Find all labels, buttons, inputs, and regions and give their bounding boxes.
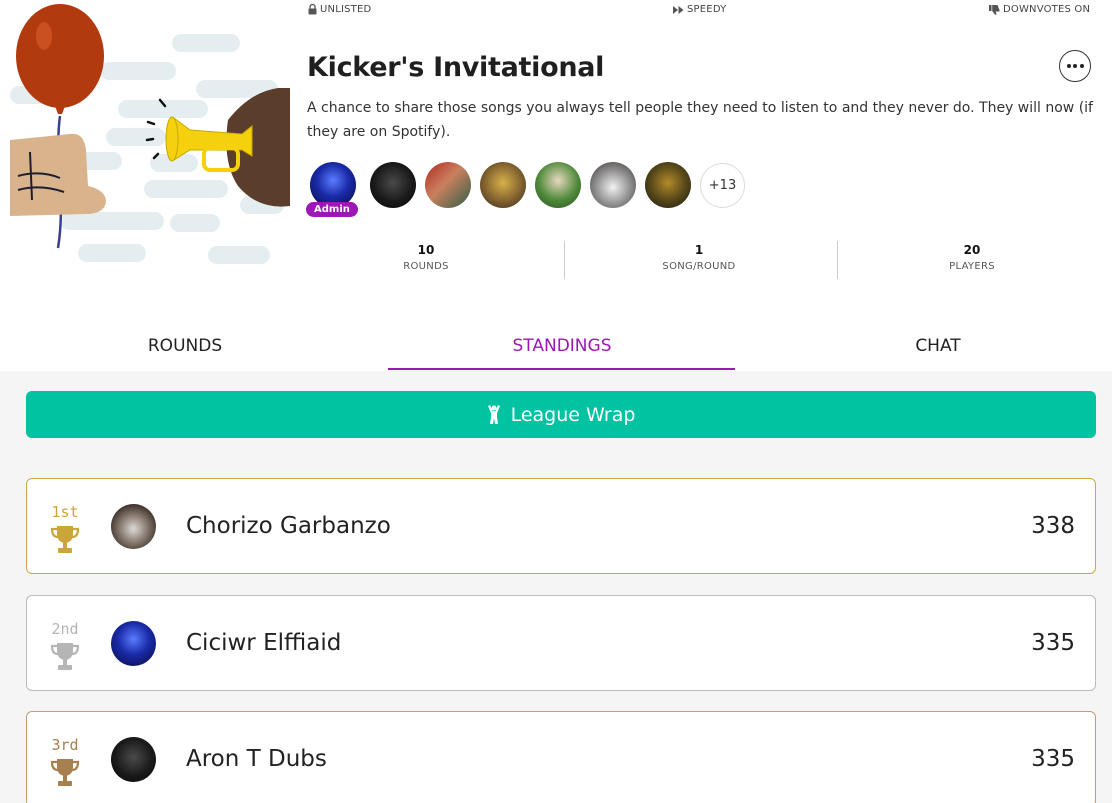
- league-header: UNLISTED SPEEDY DOWNVOTES ON Kicker's In…: [0, 0, 1112, 371]
- avatar[interactable]: [370, 162, 416, 208]
- downvotes-tag: DOWNVOTES ON: [989, 4, 1090, 15]
- player-avatar: [111, 504, 156, 549]
- rank-label: 1st: [51, 503, 79, 521]
- stat-value: 20: [963, 243, 981, 257]
- rank-label: 3rd: [51, 736, 79, 754]
- player-avatar: [111, 621, 156, 666]
- tab-chat[interactable]: CHAT: [768, 336, 1108, 356]
- player-score: 335: [1031, 746, 1075, 772]
- divider: [564, 241, 565, 279]
- gold-trophy-icon: [50, 526, 80, 553]
- speed-label: SPEEDY: [687, 4, 727, 15]
- league-description: A chance to share those songs you always…: [307, 100, 1093, 140]
- player-name: Ciciwr Elffiaid: [186, 630, 342, 656]
- divider: [837, 241, 838, 279]
- player-score: 335: [1031, 630, 1075, 656]
- league-illustration: [10, 4, 290, 264]
- thumbs-down-icon: [989, 4, 1000, 15]
- more-members-button[interactable]: +13: [700, 163, 745, 208]
- silver-trophy-icon: [50, 643, 80, 670]
- stat-label: ROUNDS: [403, 261, 449, 272]
- league-wrap-button[interactable]: League Wrap: [26, 391, 1096, 438]
- player-score: 338: [1031, 513, 1075, 539]
- league-wrap-label: League Wrap: [510, 403, 636, 426]
- stat-players: 20 PLAYERS: [842, 243, 1102, 272]
- ellipsis-icon: [1066, 64, 1071, 68]
- stat-label: PLAYERS: [949, 261, 995, 272]
- player-name: Chorizo Garbanzo: [186, 513, 391, 539]
- stat-label: SONG/ROUND: [662, 261, 736, 272]
- avatar[interactable]: [535, 162, 581, 208]
- avatar[interactable]: [590, 162, 636, 208]
- stat-songs-per-round: 1 SONG/ROUND: [569, 243, 829, 272]
- bronze-trophy-icon: [50, 759, 80, 786]
- stat-value: 1: [694, 243, 704, 257]
- downvotes-label: DOWNVOTES ON: [1003, 4, 1091, 15]
- avatar[interactable]: [425, 162, 471, 208]
- more-options-button[interactable]: [1059, 50, 1091, 82]
- active-tab-indicator: [388, 368, 735, 370]
- tab-standings[interactable]: STANDINGS: [392, 336, 732, 356]
- standings-row[interactable]: 1st Chorizo Garbanzo 338: [26, 478, 1096, 574]
- player-avatar: [111, 737, 156, 782]
- person-celebrate-icon: [487, 404, 500, 424]
- standings-row[interactable]: 3rd Aron T Dubs 335: [26, 711, 1096, 803]
- avatar[interactable]: [480, 162, 526, 208]
- player-name: Aron T Dubs: [186, 746, 327, 772]
- speed-tag: SPEEDY: [673, 4, 726, 15]
- visibility-label: UNLISTED: [320, 4, 372, 15]
- fast-forward-icon: [673, 5, 684, 14]
- admin-badge: Admin: [306, 202, 358, 217]
- avatar[interactable]: [645, 162, 691, 208]
- standings-row[interactable]: 2nd Ciciwr Elffiaid 335: [26, 595, 1096, 691]
- stat-rounds: 10 ROUNDS: [296, 243, 556, 272]
- league-title: Kicker's Invitational: [307, 52, 605, 83]
- rank-label: 2nd: [51, 620, 79, 638]
- stat-value: 10: [417, 243, 435, 257]
- tab-rounds[interactable]: ROUNDS: [15, 336, 355, 356]
- lock-icon: [308, 4, 317, 15]
- visibility-tag: UNLISTED: [308, 4, 371, 15]
